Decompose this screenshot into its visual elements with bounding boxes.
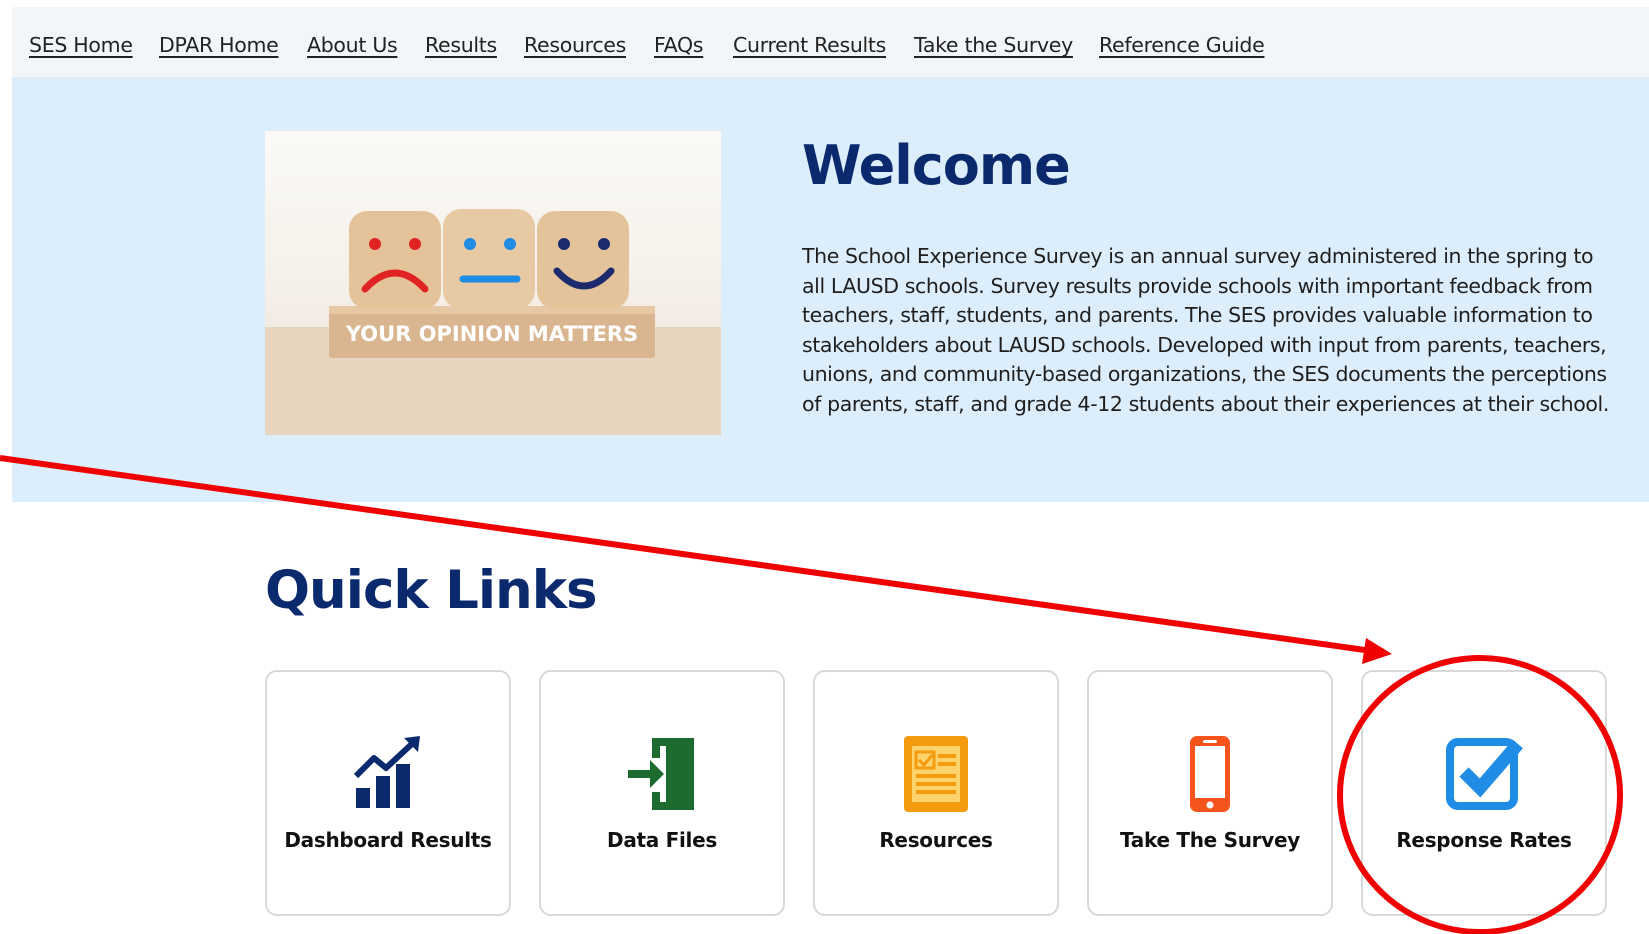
card-label: Resources bbox=[879, 828, 993, 852]
response-rates-card[interactable]: Response Rates bbox=[1361, 670, 1607, 916]
top-navigation: SES Home DPAR Home About Us Results Reso… bbox=[12, 7, 1649, 77]
nav-link-current-results[interactable]: Current Results bbox=[733, 33, 886, 57]
nav-link-take-the-survey[interactable]: Take the Survey bbox=[914, 33, 1073, 57]
resources-card[interactable]: Resources bbox=[813, 670, 1059, 916]
data-files-card[interactable]: Data Files bbox=[539, 670, 785, 916]
mobile-phone-icon bbox=[1190, 736, 1230, 812]
nav-link-reference-guide[interactable]: Reference Guide bbox=[1099, 33, 1265, 57]
take-the-survey-card[interactable]: Take The Survey bbox=[1087, 670, 1333, 916]
dashboard-results-card[interactable]: Dashboard Results bbox=[265, 670, 511, 916]
card-label: Dashboard Results bbox=[284, 828, 492, 852]
file-enter-icon bbox=[628, 738, 694, 810]
welcome-title: Welcome bbox=[802, 134, 1071, 197]
nav-link-ses-home[interactable]: SES Home bbox=[29, 33, 133, 57]
card-label: Data Files bbox=[607, 828, 717, 852]
nav-link-resources[interactable]: Resources bbox=[524, 33, 626, 57]
nav-link-about-us[interactable]: About Us bbox=[307, 33, 398, 57]
card-label: Response Rates bbox=[1396, 828, 1572, 852]
nav-link-faqs[interactable]: FAQs bbox=[654, 33, 704, 57]
chart-growth-icon bbox=[353, 736, 420, 808]
image-caption: YOUR OPINION MATTERS bbox=[345, 322, 638, 346]
document-icon bbox=[904, 736, 968, 812]
quick-links-title: Quick Links bbox=[265, 560, 598, 621]
nav-link-dpar-home[interactable]: DPAR Home bbox=[159, 33, 279, 57]
welcome-description: The School Experience Survey is an annua… bbox=[802, 244, 1609, 416]
checkbox-icon bbox=[1446, 738, 1523, 810]
opinion-matters-image: YOUR OPINION MATTERS bbox=[265, 131, 721, 435]
card-label: Take The Survey bbox=[1120, 828, 1300, 852]
nav-link-results[interactable]: Results bbox=[425, 33, 497, 57]
arrow-head-icon bbox=[1362, 638, 1392, 664]
